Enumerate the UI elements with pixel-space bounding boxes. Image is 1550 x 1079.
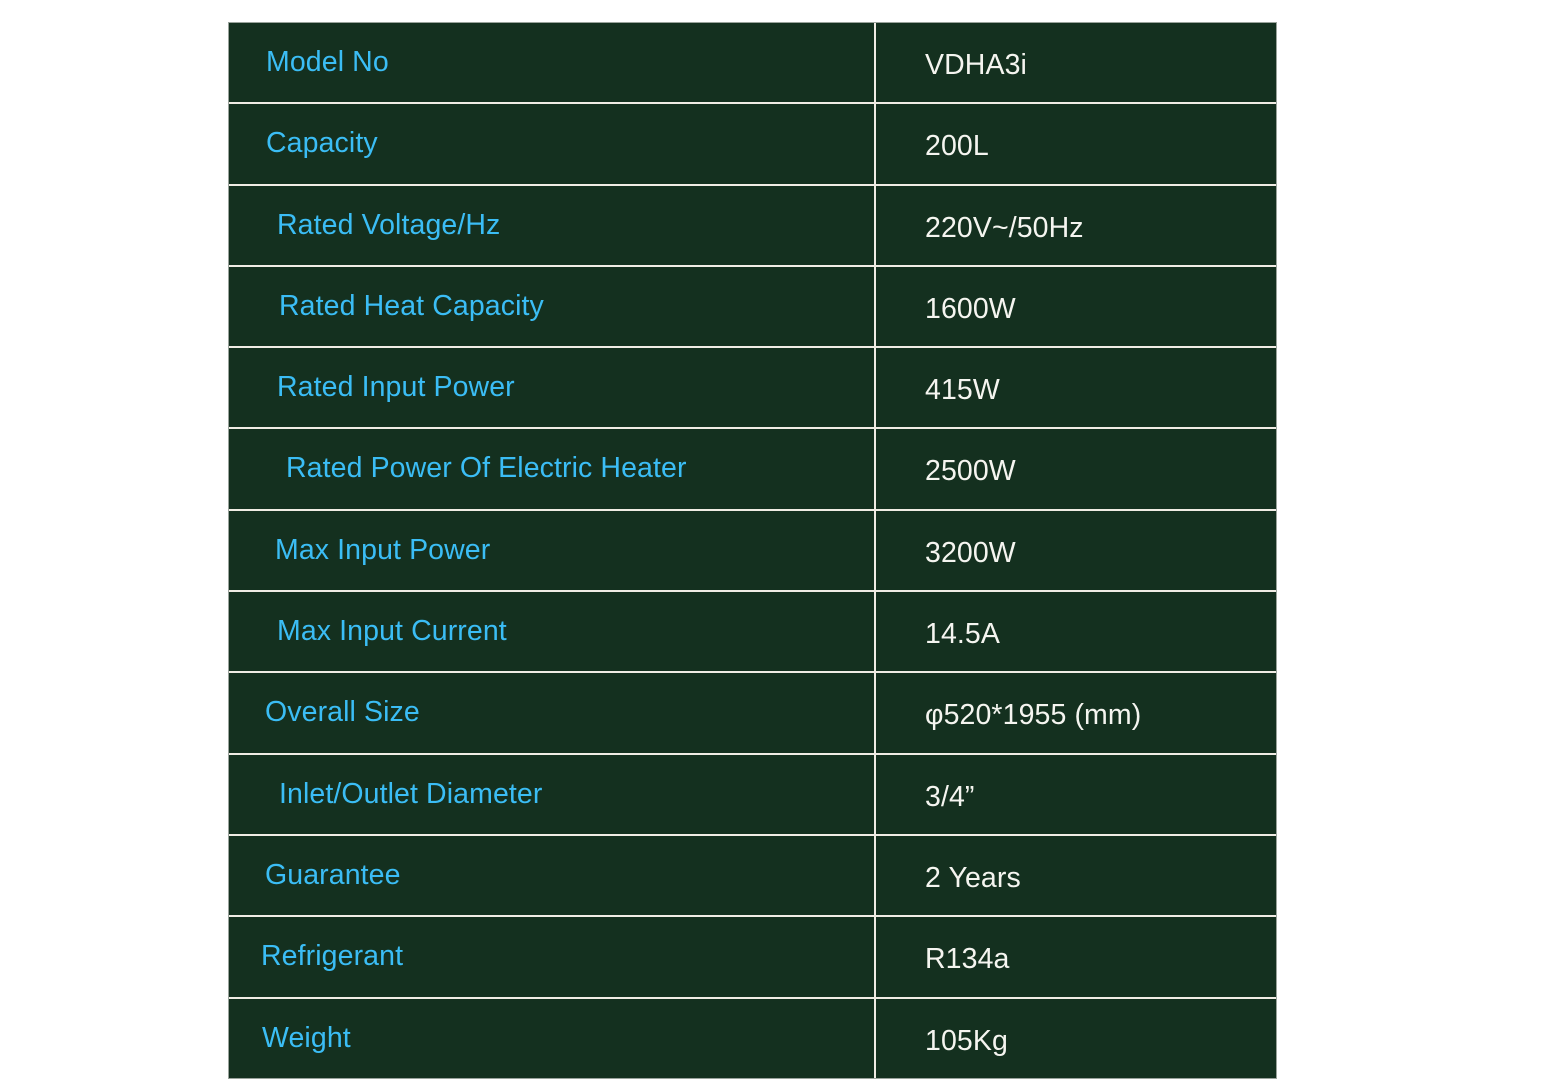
spec-label-cell: Rated Voltage/Hz xyxy=(229,183,874,265)
table-row: Overall Size φ520*1955 (mm) xyxy=(229,671,1276,753)
spec-label-cell: Weight xyxy=(229,996,874,1078)
spec-label: Max Input Power xyxy=(275,533,491,566)
spec-label: Refrigerant xyxy=(261,940,404,973)
spec-label-cell: Rated Input Power xyxy=(229,346,874,428)
spec-label-cell: Model No xyxy=(229,23,874,103)
spec-value: 1600W xyxy=(925,292,1016,325)
spec-label: Rated Voltage/Hz xyxy=(277,208,501,241)
spec-label-cell: Rated Heat Capacity xyxy=(229,264,874,347)
spec-label: Rated Heat Capacity xyxy=(279,289,544,322)
spec-value-cell: 2 Years xyxy=(874,833,1276,916)
spec-value: VDHA3i xyxy=(925,48,1027,81)
spec-label: Capacity xyxy=(266,127,378,160)
spec-value-cell: φ520*1955 (mm) xyxy=(874,671,1276,753)
spec-value-cell: 1600W xyxy=(874,264,1276,347)
spec-label-cell: Inlet/Outlet Diameter xyxy=(229,752,874,834)
table-row: Rated Input Power 415W xyxy=(229,346,1276,428)
table-row: Max Input Current 14.5A xyxy=(229,590,1276,672)
spec-label: Guarantee xyxy=(265,858,401,891)
spec-value-cell: 415W xyxy=(874,346,1276,428)
spec-value-cell: 14.5A xyxy=(874,590,1276,672)
spec-value: 200L xyxy=(925,130,989,163)
spec-value: R134a xyxy=(925,943,1010,976)
spec-value-cell: 220V~/50Hz xyxy=(874,183,1276,265)
spec-label-cell: Capacity xyxy=(229,102,874,184)
spec-label-cell: Guarantee xyxy=(229,833,874,916)
spec-value: 2 Years xyxy=(925,861,1021,894)
spec-label: Model No xyxy=(266,45,389,78)
spec-value: 2500W xyxy=(925,455,1016,488)
table-row: Inlet/Outlet Diameter 3/4” xyxy=(229,752,1276,834)
spec-value-cell: 200L xyxy=(874,102,1276,184)
spec-label: Overall Size xyxy=(265,696,420,729)
spec-value-cell: R134a xyxy=(874,915,1276,997)
table-row: Max Input Power 3200W xyxy=(229,508,1276,591)
spec-label-cell: Overall Size xyxy=(229,671,874,753)
spec-value: 105Kg xyxy=(925,1024,1008,1057)
spec-value: 415W xyxy=(925,374,1000,407)
table-row: Refrigerant R134a xyxy=(229,915,1276,997)
spec-label-cell: Rated Power Of Electric Heater xyxy=(229,427,874,509)
spec-label-cell: Refrigerant xyxy=(229,915,874,997)
spec-value-cell: 2500W xyxy=(874,427,1276,509)
table-row: Guarantee 2 Years xyxy=(229,833,1276,916)
spec-value: 14.5A xyxy=(925,618,1000,651)
spec-label-cell: Max Input Power xyxy=(229,508,874,591)
specification-table-container: Model No VDHA3i Capacity 200L Rated Voltage/… xyxy=(228,22,1277,1079)
table-row: Rated Heat Capacity 1600W xyxy=(229,264,1276,347)
table-row: Rated Voltage/Hz 220V~/50Hz xyxy=(229,183,1276,265)
spec-label: Inlet/Outlet Diameter xyxy=(279,777,543,810)
table-row: Model No VDHA3i xyxy=(229,23,1276,103)
spec-label: Weight xyxy=(262,1021,351,1054)
table-row: Weight 105Kg xyxy=(229,996,1276,1078)
spec-value: 220V~/50Hz xyxy=(925,211,1084,244)
spec-label: Rated Power Of Electric Heater xyxy=(286,452,687,485)
spec-value: 3200W xyxy=(925,536,1016,569)
spec-value-cell: 105Kg xyxy=(874,996,1276,1078)
spec-value: φ520*1955 (mm) xyxy=(925,699,1142,732)
spec-value-cell: VDHA3i xyxy=(874,23,1276,103)
spec-value: 3/4” xyxy=(925,780,975,813)
spec-value-cell: 3200W xyxy=(874,508,1276,591)
spec-label: Rated Input Power xyxy=(277,371,515,404)
spec-value-cell: 3/4” xyxy=(874,752,1276,834)
table-row: Rated Power Of Electric Heater 2500W xyxy=(229,427,1276,509)
spec-label: Max Input Current xyxy=(277,615,507,648)
spec-label-cell: Max Input Current xyxy=(229,590,874,672)
specification-table: Model No VDHA3i Capacity 200L Rated Voltage/… xyxy=(228,22,1277,1079)
specification-table-body: Model No VDHA3i Capacity 200L Rated Voltage/… xyxy=(229,23,1276,1078)
table-row: Capacity 200L xyxy=(229,102,1276,184)
